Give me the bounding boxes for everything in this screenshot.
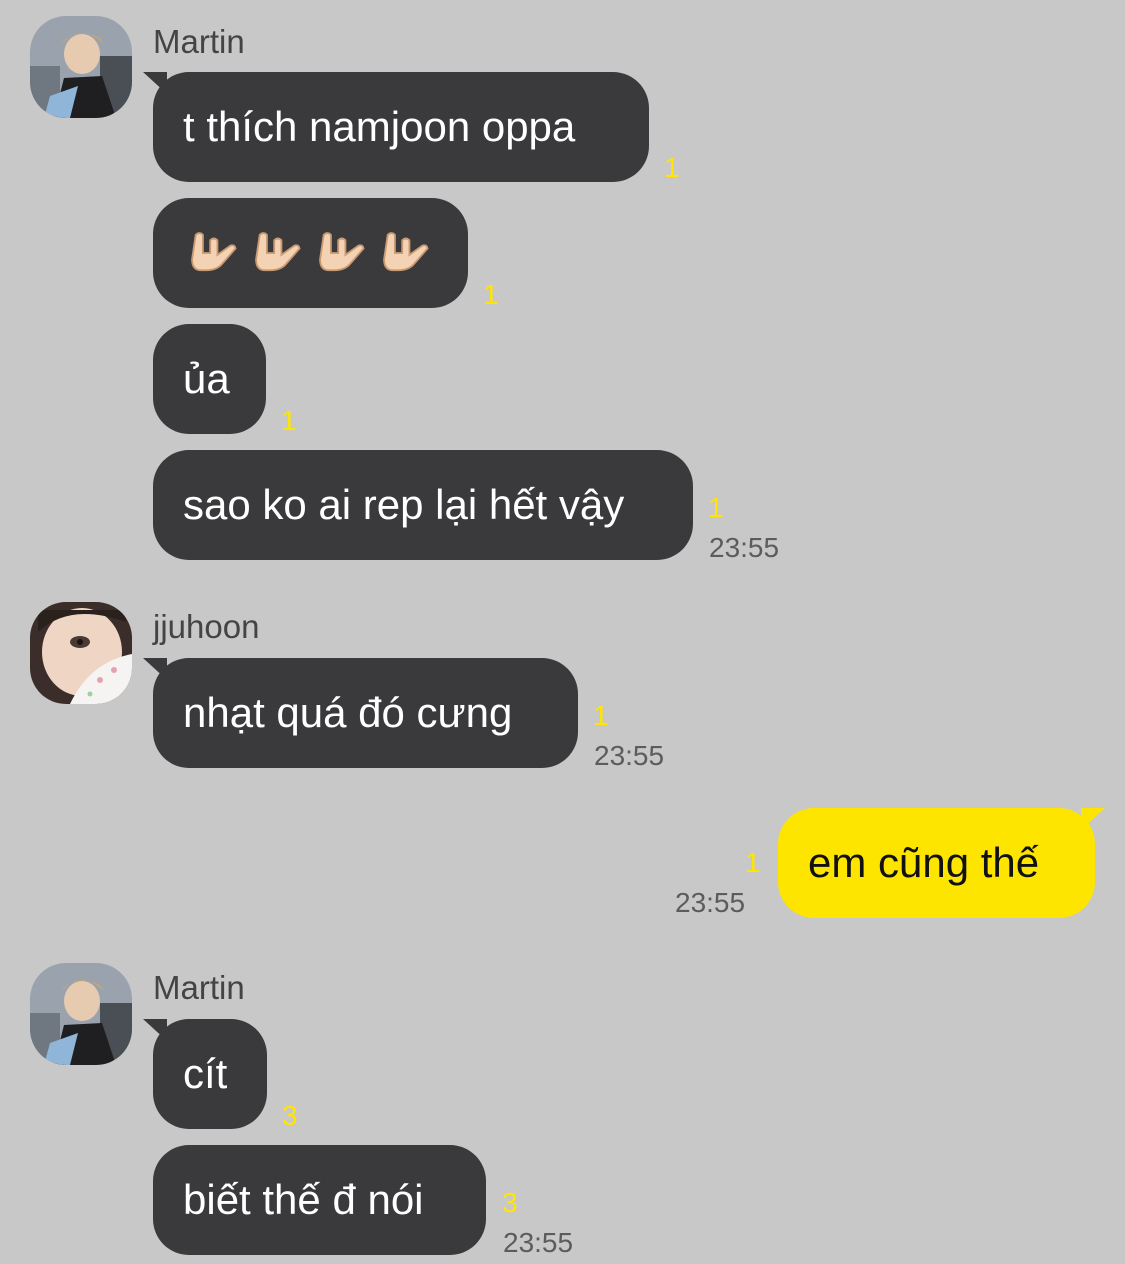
timestamp: 23:55 (709, 532, 780, 563)
unread-count: 3 (502, 1187, 518, 1218)
bubble-tail (143, 1019, 167, 1041)
message-bubble[interactable]: nhạt quá đó cưng (143, 658, 578, 768)
bubble-tail (143, 658, 167, 680)
timestamp: 23:55 (675, 887, 746, 918)
unread-count: 1 (281, 405, 297, 436)
message-bubble[interactable]: t thích namjoon oppa (143, 72, 649, 182)
sign-of-the-horns-icon (191, 232, 237, 272)
message-text: sao ko ai rep lại hết vậy (183, 481, 625, 528)
timestamp: 23:55 (503, 1227, 574, 1258)
sign-of-the-horns-icon (383, 232, 429, 272)
avatar-martin[interactable] (30, 963, 132, 1065)
message-text: em cũng thế (808, 839, 1040, 886)
sign-of-the-horns-icon (255, 232, 301, 272)
avatar-martin[interactable] (30, 16, 132, 118)
unread-count: 1 (664, 152, 680, 183)
sender-name: jjuhoon (153, 608, 260, 645)
timestamp: 23:55 (594, 740, 665, 771)
message-text: t thích namjoon oppa (183, 103, 576, 150)
sign-of-the-horns-icon (319, 232, 365, 272)
sender-name: Martin (153, 23, 245, 60)
avatar-jjuhoon[interactable] (30, 602, 132, 704)
emoji-row (183, 224, 433, 282)
message-text: nhạt quá đó cưng (183, 689, 513, 736)
sender-name: Martin (153, 969, 245, 1006)
message-bubble[interactable]: sao ko ai rep lại hết vậy (153, 450, 693, 560)
message-bubble[interactable]: biết thế đ nói (153, 1145, 486, 1255)
message-bubble[interactable] (153, 198, 468, 308)
bubble-tail (143, 72, 167, 94)
unread-count: 1 (745, 847, 761, 878)
unread-count: 3 (282, 1100, 298, 1131)
message-text: biết thế đ nói (183, 1176, 424, 1223)
unread-count: 1 (708, 492, 724, 523)
message-bubble[interactable]: ủa (153, 324, 266, 434)
message-text: cít (183, 1050, 228, 1097)
message-text: ủa (183, 355, 230, 402)
bubble-tail (1081, 808, 1105, 830)
message-bubble-outgoing[interactable]: em cũng thế (778, 808, 1105, 918)
message-bubble[interactable]: cít (143, 1019, 267, 1129)
avatar-photo-martin (30, 16, 132, 118)
unread-count: 1 (483, 279, 499, 310)
unread-count: 1 (593, 700, 609, 731)
avatar-photo-martin (30, 963, 132, 1065)
avatar-photo-jjuhoon (30, 602, 132, 704)
